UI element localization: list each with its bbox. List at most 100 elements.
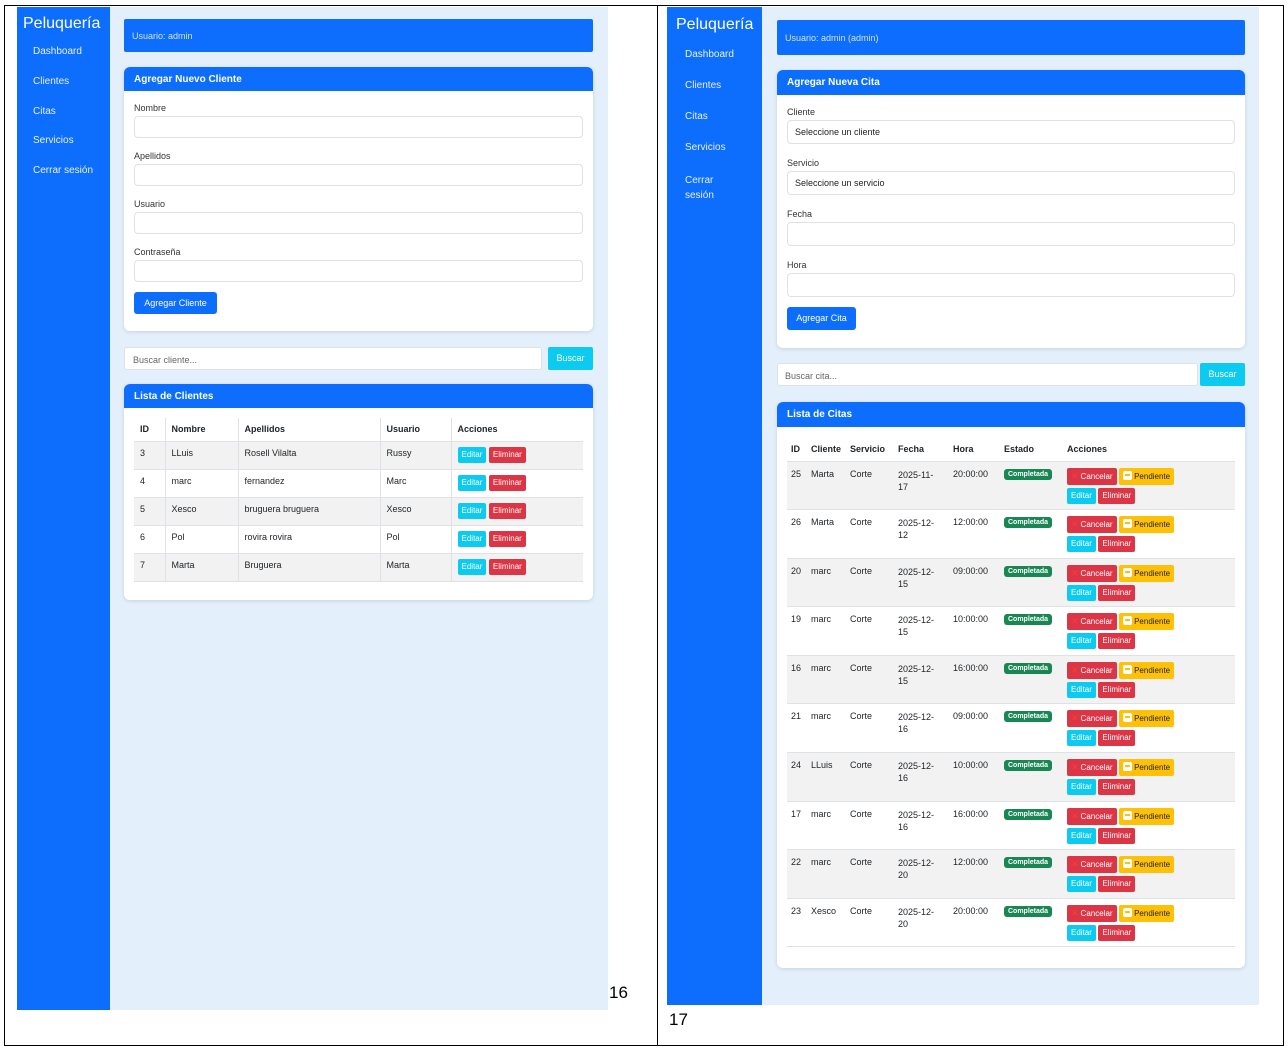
- status-badge: Completada: [1004, 905, 1053, 917]
- cancel-button[interactable]: ✕ Cancelar: [1067, 613, 1117, 631]
- sidebar-item-dashboard[interactable]: Dashboard: [685, 49, 734, 60]
- close-icon: ✕: [1071, 810, 1079, 821]
- cancel-button[interactable]: ✕ Cancelar: [1067, 856, 1117, 874]
- fecha-part: 2025-12-: [898, 906, 935, 917]
- pending-button[interactable]: Pendiente: [1119, 856, 1175, 874]
- delete-button[interactable]: Eliminar: [1098, 536, 1136, 553]
- edit-button[interactable]: Editar: [1067, 924, 1096, 941]
- edit-button[interactable]: Editar: [1067, 827, 1096, 844]
- search-button[interactable]: Buscar: [1200, 363, 1245, 386]
- cancel-label: Cancelar: [1080, 763, 1113, 773]
- sidebar-item-dashboard[interactable]: Dashboard: [33, 46, 82, 57]
- pending-button[interactable]: Pendiente: [1119, 564, 1175, 582]
- cancel-button[interactable]: ✕ Cancelar: [1067, 516, 1117, 534]
- cancel-button[interactable]: ✕ Cancelar: [1067, 759, 1117, 777]
- search-input[interactable]: Buscar cliente...: [124, 347, 542, 370]
- cancel-button[interactable]: ✕ Cancelar: [1067, 467, 1117, 485]
- edit-button[interactable]: Editar: [1067, 876, 1096, 893]
- cell-acciones: Editar Eliminar: [451, 469, 583, 497]
- fecha-part: 15: [898, 578, 909, 589]
- edit-button[interactable]: Editar: [457, 446, 487, 463]
- pending-label: Pendiente: [1134, 568, 1171, 578]
- fecha-part: 12: [898, 530, 909, 541]
- edit-button[interactable]: Editar: [457, 530, 487, 547]
- close-icon: ✕: [1071, 567, 1079, 578]
- edit-button[interactable]: Editar: [1067, 633, 1096, 650]
- delete-button[interactable]: Eliminar: [488, 502, 526, 519]
- add-client-button[interactable]: Agregar Cliente: [134, 292, 217, 314]
- sidebar-item-citas[interactable]: Citas: [33, 106, 56, 117]
- table-row: 20 marc Corte 2025-12- 15 09:00:00 Comple…: [787, 558, 1235, 607]
- edit-button[interactable]: Editar: [1067, 779, 1096, 796]
- pending-label: Pendiente: [1134, 520, 1171, 530]
- delete-button[interactable]: Eliminar: [1098, 924, 1136, 941]
- fecha-input[interactable]: [787, 222, 1235, 246]
- delete-button[interactable]: Eliminar: [488, 530, 526, 547]
- delete-button[interactable]: Eliminar: [1098, 827, 1136, 844]
- delete-button[interactable]: Eliminar: [488, 446, 526, 463]
- pending-button[interactable]: Pendiente: [1119, 613, 1175, 631]
- search-input[interactable]: Buscar cita...: [777, 363, 1198, 386]
- field-label-usuario: Usuario: [134, 199, 166, 209]
- edit-button[interactable]: Editar: [1067, 584, 1096, 601]
- cell-nombre: Marta: [165, 553, 239, 581]
- pending-button[interactable]: Pendiente: [1119, 904, 1175, 922]
- edit-button[interactable]: Editar: [1067, 730, 1096, 747]
- delete-button[interactable]: Eliminar: [1098, 876, 1136, 893]
- sidebar-item-servicios[interactable]: Servicios: [685, 142, 726, 153]
- cell-hora: 09:00:00: [953, 711, 989, 722]
- cancel-button[interactable]: ✕ Cancelar: [1067, 904, 1117, 922]
- pending-button[interactable]: Pendiente: [1119, 807, 1175, 825]
- user-bar: Usuario: admin: [124, 19, 593, 52]
- edit-button[interactable]: Editar: [1067, 487, 1096, 504]
- cell-cliente: LLuis: [811, 760, 833, 771]
- sidebar-item-servicios[interactable]: Servicios: [33, 135, 74, 146]
- edit-button[interactable]: Editar: [1067, 536, 1096, 553]
- delete-button[interactable]: Eliminar: [1098, 681, 1136, 698]
- edit-button[interactable]: Editar: [457, 502, 487, 519]
- close-icon: ✕: [1071, 762, 1079, 773]
- delete-button[interactable]: Eliminar: [1098, 730, 1136, 747]
- cell-estado: Completada: [1000, 461, 1063, 510]
- edit-button[interactable]: Editar: [1067, 681, 1096, 698]
- cancel-label: Cancelar: [1080, 520, 1113, 530]
- delete-button[interactable]: Eliminar: [1098, 779, 1136, 796]
- delete-button[interactable]: Eliminar: [488, 558, 526, 575]
- nombre-input[interactable]: [134, 116, 583, 138]
- delete-button[interactable]: Eliminar: [1098, 633, 1136, 650]
- pending-button[interactable]: Pendiente: [1119, 661, 1175, 679]
- edit-button[interactable]: Editar: [457, 558, 487, 575]
- cancel-button[interactable]: ✕ Cancelar: [1067, 564, 1117, 582]
- sidebar-item-clientes[interactable]: Clientes: [685, 80, 721, 91]
- sidebar-item-logout[interactable]: Cerrar sesión: [685, 173, 733, 203]
- sidebar-item-citas[interactable]: Citas: [685, 111, 708, 122]
- add-appointment-button[interactable]: Agregar Cita: [787, 307, 856, 330]
- user-label: Usuario: admin: [132, 31, 193, 41]
- cliente-select[interactable]: Seleccione un cliente: [787, 120, 1235, 144]
- cancel-button[interactable]: ✕ Cancelar: [1067, 710, 1117, 728]
- apellidos-input[interactable]: [134, 164, 583, 186]
- cancel-button[interactable]: ✕ Cancelar: [1067, 661, 1117, 679]
- pending-label: Pendiente: [1134, 763, 1171, 773]
- hora-input[interactable]: [787, 273, 1235, 297]
- delete-button[interactable]: Eliminar: [488, 474, 526, 491]
- usuario-input[interactable]: [134, 212, 583, 234]
- edit-button[interactable]: Editar: [457, 474, 487, 491]
- delete-button[interactable]: Eliminar: [1098, 584, 1136, 601]
- pending-button[interactable]: Pendiente: [1119, 710, 1175, 728]
- pending-button[interactable]: Pendiente: [1119, 516, 1175, 534]
- sidebar-item-clientes[interactable]: Clientes: [33, 76, 69, 87]
- clock-icon: [1123, 907, 1133, 917]
- pending-button[interactable]: Pendiente: [1119, 759, 1175, 777]
- brand-logo[interactable]: Peluquería: [23, 15, 100, 33]
- brand-logo[interactable]: Peluquería: [676, 16, 753, 34]
- cancel-button[interactable]: ✕ Cancelar: [1067, 807, 1117, 825]
- sidebar-item-logout[interactable]: Cerrar sesión: [33, 165, 93, 176]
- search-button[interactable]: Buscar: [548, 347, 593, 370]
- delete-button[interactable]: Eliminar: [1098, 487, 1136, 504]
- cell-hora: 10:00:00: [953, 760, 989, 771]
- pending-button[interactable]: Pendiente: [1119, 467, 1175, 485]
- servicio-select[interactable]: Seleccione un servicio: [787, 171, 1235, 195]
- password-input[interactable]: [134, 260, 583, 282]
- cell-usuario: Xesco: [380, 497, 452, 525]
